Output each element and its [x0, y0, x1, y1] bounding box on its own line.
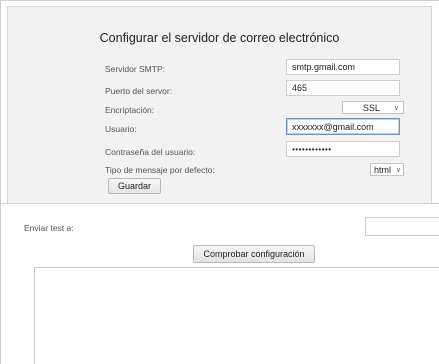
user-input[interactable]: xxxxxxx@gmail.com	[286, 118, 400, 135]
chevron-down-icon: ∨	[393, 104, 399, 112]
save-button[interactable]: Guardar	[108, 178, 161, 194]
page-title: Configurar el servidor de correo electró…	[99, 31, 340, 45]
send-test-label: Enviar test a:	[24, 223, 74, 233]
check-configuration-button[interactable]: Comprobar configuración	[193, 245, 315, 263]
default-message-type-select[interactable]: html ∨	[370, 163, 404, 176]
user-password-input[interactable]: ••••••••••••	[286, 141, 400, 157]
user-label: Usuario:	[105, 124, 137, 134]
smtp-server-label: Servidor SMTP:	[105, 64, 165, 74]
section-divider	[0, 203, 439, 204]
default-message-type-value: html	[374, 164, 392, 175]
user-password-label: Contraseña del usuario:	[105, 147, 196, 157]
default-message-type-label: Tipo de mensaje por defecto:	[105, 165, 215, 175]
send-test-input[interactable]	[365, 217, 439, 236]
encryption-select-value: SSL	[362, 102, 380, 113]
encryption-select[interactable]: SSL ∨	[342, 101, 404, 114]
chevron-down-icon: ∨	[395, 166, 401, 174]
email-server-config-panel: Configurar el servidor de correo electró…	[7, 6, 432, 203]
encryption-label: Encriptación:	[105, 105, 155, 115]
smtp-server-input[interactable]: smtp.gmail.com	[286, 59, 400, 75]
server-port-input[interactable]: 465	[286, 80, 400, 96]
window-border-left	[0, 0, 1, 364]
server-port-label: Puerto del servor:	[105, 86, 173, 96]
window-border-top	[0, 0, 439, 1]
test-output-area	[34, 267, 439, 364]
